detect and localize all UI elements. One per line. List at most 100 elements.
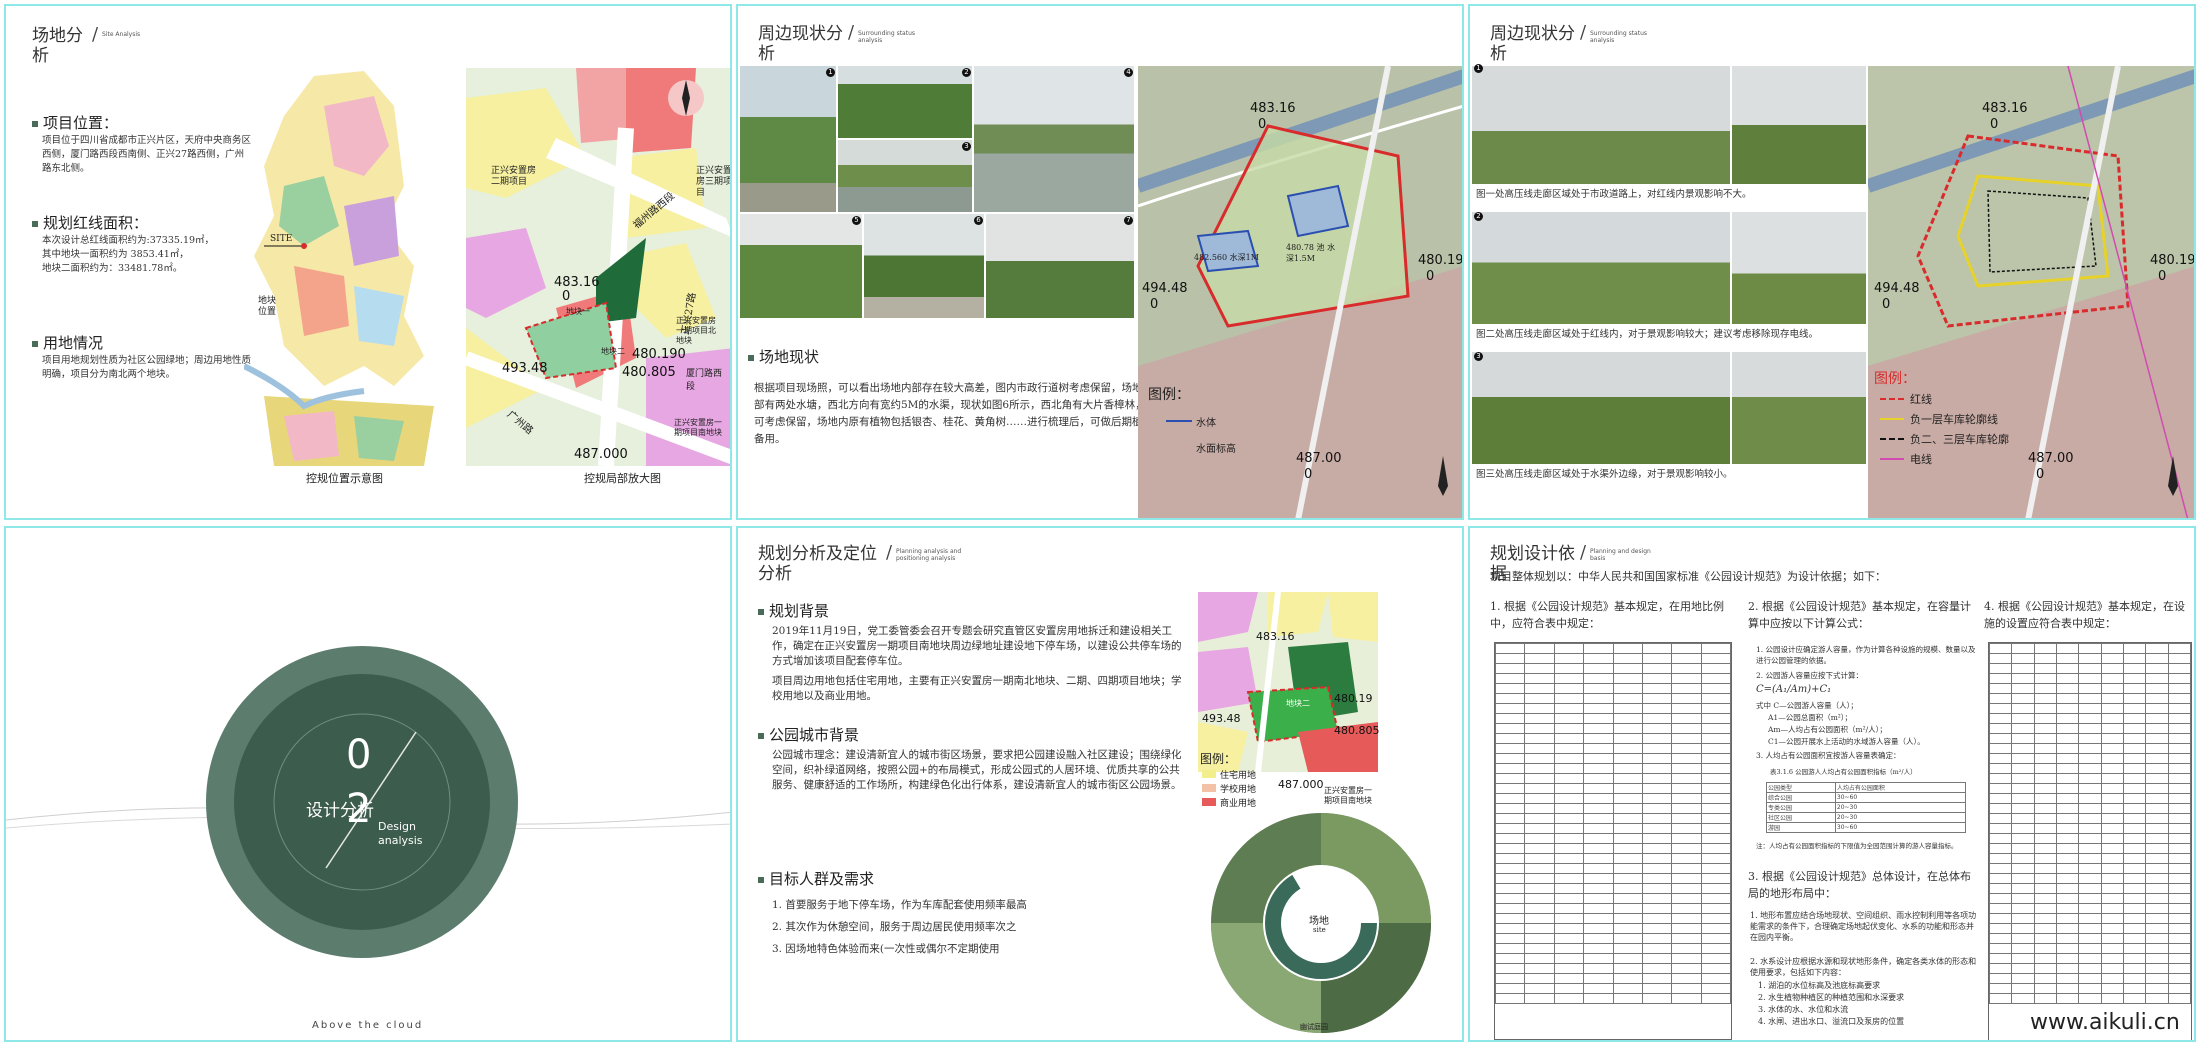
table-cell (2011, 743, 2035, 754)
table-cell (2145, 973, 2169, 984)
table-cell (2033, 723, 2057, 734)
table-cell (2033, 843, 2057, 854)
table-cell (2033, 883, 2057, 894)
table-cell (2011, 873, 2035, 884)
table-cell (2055, 863, 2080, 874)
table-cell (2167, 943, 2192, 954)
table-cell (2055, 763, 2080, 774)
elevation-3: 493.48 (502, 361, 548, 376)
table-cell (1988, 953, 2013, 964)
table-cell (1641, 843, 1673, 854)
panel-subtitle-en: Planning and design basis (1590, 548, 1651, 562)
pylon-photo-1a (1472, 66, 1730, 184)
panel-design-basis: 规划设计依据 / Planning and design basis 项目整体规… (1468, 526, 2196, 1042)
table-row (1494, 953, 1732, 964)
table-cell (1612, 653, 1643, 664)
table-cell (1553, 913, 1585, 924)
table-cell (1671, 793, 1702, 804)
table-row (1988, 723, 2192, 734)
capacity-row2-type: 专类公园 (1766, 802, 1836, 813)
table-cell (1494, 903, 1526, 914)
elevation-4: 480.805 (622, 365, 676, 380)
table-cell (2122, 703, 2147, 714)
table-cell (1524, 973, 1555, 984)
table-cell (1612, 723, 1643, 734)
table-cell (2055, 683, 2080, 694)
land-use-map (1198, 592, 1378, 772)
table-cell (1641, 663, 1673, 674)
area-line-2: 其中地块一面积约为 3853.41㎡， (42, 249, 189, 260)
table-cell (1524, 903, 1555, 914)
table-cell (1553, 783, 1585, 794)
elevation-1-zero: 0 (562, 289, 571, 304)
table-cell (2145, 813, 2169, 824)
table-row (1494, 673, 1732, 684)
table-cell (2033, 793, 2057, 804)
table-cell (1988, 843, 2013, 854)
table-cell (1553, 883, 1585, 894)
table-row (1494, 793, 1732, 804)
table-cell (2145, 713, 2169, 724)
table-cell (1524, 733, 1555, 744)
background-paragraph-2: 项目周边用地包括住宅用地，主要有正兴安置房一期南北地块、二期、四期项目地块；学校… (772, 675, 1182, 702)
basis-col4-title: 4. 根据《公园设计规范》基本规定，在设施的设置应符合表中规定： (1984, 600, 2185, 630)
table-cell (2055, 743, 2080, 754)
table-cell (1641, 653, 1673, 664)
table-cell (1988, 783, 2013, 794)
table-cell (1988, 993, 2013, 1004)
table-cell (1612, 953, 1643, 964)
land-use-text: 项目用地规划性质为社区公园绿地；周边用地性质明确，项目分为南北两个地块。 (42, 355, 252, 380)
legend-wire-swatch (1880, 458, 1904, 460)
table-cell (1671, 723, 1702, 734)
table-row (1494, 893, 1732, 904)
table-row (1988, 803, 2192, 814)
table-row (1494, 853, 1732, 864)
legend-redline: 红线 (1910, 393, 1932, 406)
table-cell (1583, 773, 1614, 784)
table-cell (2122, 833, 2147, 844)
legend-water-label: 水体 (1196, 418, 1216, 429)
table-cell (1641, 783, 1673, 794)
table-cell (1524, 813, 1555, 824)
table-row (1494, 763, 1732, 774)
table-cell (2055, 923, 2080, 934)
table-cell (1988, 893, 2013, 904)
elevation-2-zero: 0 (2158, 269, 2167, 284)
elevation-2-zero: 0 (1426, 269, 1435, 284)
table-cell (2033, 963, 2057, 974)
table-cell (1524, 923, 1555, 934)
table-row (1494, 903, 1732, 914)
table-cell (1612, 973, 1643, 984)
table-row (1988, 763, 2192, 774)
table-cell (1494, 833, 1526, 844)
table-cell (1612, 863, 1643, 874)
table-cell (2167, 663, 2192, 674)
table-cell (1641, 923, 1673, 934)
table-cell (2167, 913, 2192, 924)
table-row (1988, 933, 2192, 944)
col2-formula: C=(A₁/Am)+C₁ (1756, 684, 1832, 695)
capacity-row3-type: 社区公园 (1766, 812, 1836, 823)
table-cell (2055, 813, 2080, 824)
table-cell (2055, 693, 2080, 704)
table-cell (1524, 953, 1555, 964)
panel-subtitle-en: Surrounding status analysis (858, 30, 916, 44)
table-cell (2055, 913, 2080, 924)
table-cell (2078, 743, 2102, 754)
table-cell (2011, 723, 2035, 734)
elevation-3: 493.48 (1202, 712, 1241, 725)
table-cell (2055, 853, 2080, 864)
table-cell (1988, 933, 2013, 944)
legend-title: 图例： (1148, 387, 1190, 403)
table-cell (1612, 883, 1643, 894)
table-row (1988, 663, 2192, 674)
table-cell (1553, 853, 1585, 864)
table-cell (2011, 823, 2035, 834)
site-photo-1 (740, 66, 836, 212)
table-cell (1671, 753, 1702, 764)
table-cell (2145, 663, 2169, 674)
table-cell (1671, 863, 1702, 874)
elevation-5: 487.000 (574, 447, 628, 462)
table-cell (1524, 663, 1555, 674)
table-cell (1583, 903, 1614, 914)
